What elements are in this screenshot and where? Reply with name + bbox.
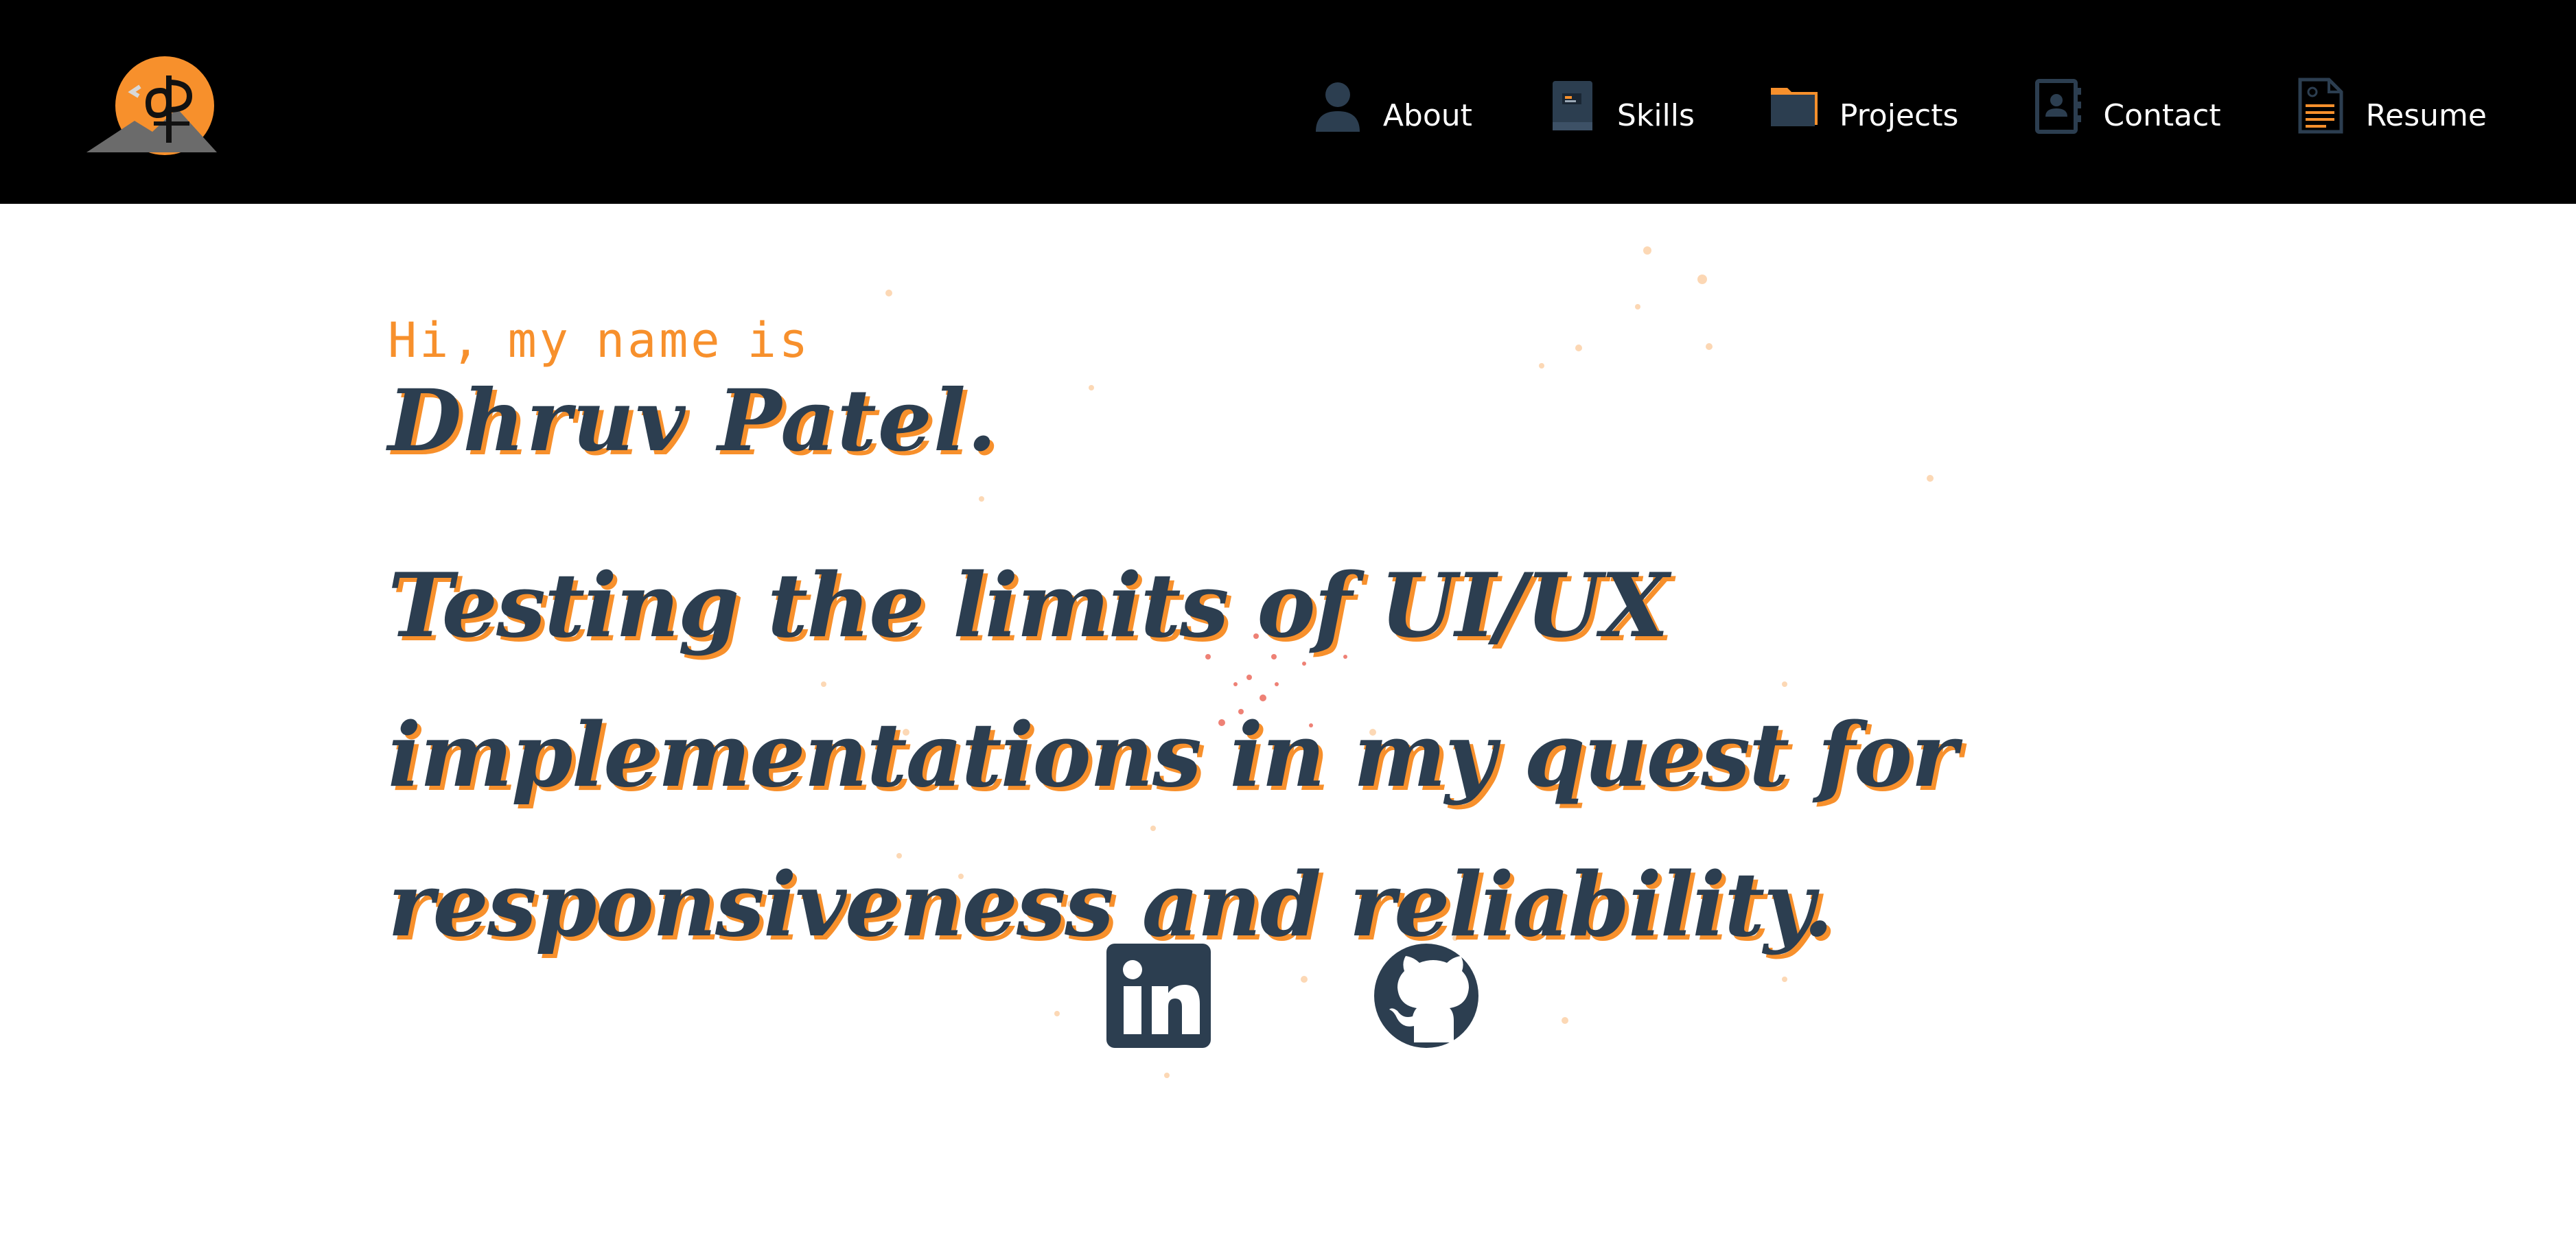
navbar: About Skills Projects Contact Resume <box>0 0 2576 204</box>
nav-label-projects: Projects <box>1839 98 1959 133</box>
nav-item-about[interactable]: About <box>1310 70 1472 135</box>
site-logo[interactable] <box>86 55 224 158</box>
nav-label-resume: Resume <box>2365 98 2487 133</box>
nav-label-skills: Skills <box>1616 98 1695 133</box>
nav-item-contact[interactable]: Contact <box>2030 70 2221 135</box>
greeting-text: Hi, my name is <box>388 312 811 369</box>
hero-section: Hi, my name is Dhruv Patel. Testing the … <box>388 312 2310 980</box>
social-links <box>0 944 2576 1050</box>
dp-logo-icon <box>86 56 217 155</box>
linkedin-link[interactable] <box>1106 944 1211 1048</box>
nav-item-resume[interactable]: Resume <box>2293 70 2487 135</box>
person-icon <box>1315 82 1360 132</box>
nav-item-skills[interactable]: Skills <box>1544 70 1695 135</box>
nav-item-projects[interactable]: Projects <box>1767 70 1958 135</box>
linkedin-icon <box>1106 944 1211 1048</box>
github-icon <box>1374 944 1478 1048</box>
hero-tagline: Testing the limits of UI/UX implementati… <box>388 555 1958 957</box>
hero-name: Dhruv Patel. <box>388 371 999 471</box>
book-icon <box>1552 80 1592 130</box>
nav-label-about: About <box>1382 98 1472 133</box>
github-link[interactable] <box>1374 944 1478 1048</box>
nav-label-contact: Contact <box>2103 98 2221 133</box>
document-icon <box>2298 78 2343 133</box>
main-nav: About Skills Projects Contact Resume <box>1310 0 2487 204</box>
folder-icon <box>1770 87 1818 126</box>
contact-card-icon <box>2035 78 2082 134</box>
